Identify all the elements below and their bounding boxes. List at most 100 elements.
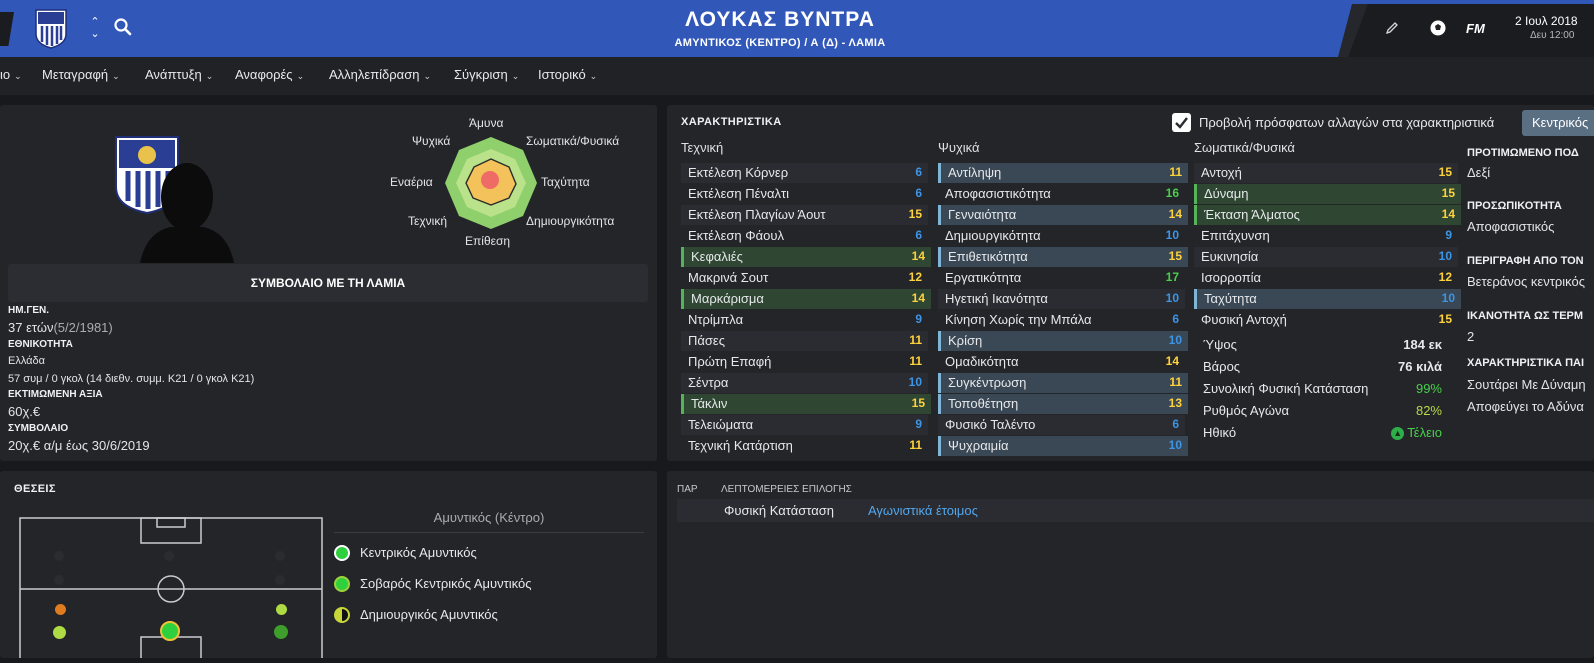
- attribute-name: Ψυχραιμία: [948, 438, 1009, 453]
- pitch-dot-awkward: [55, 604, 66, 615]
- attribute-value: 14: [911, 291, 925, 305]
- menu-item-comparison[interactable]: Σύγκριση ⌄: [454, 67, 519, 82]
- menu-item-development[interactable]: Ανάπτυξη ⌄: [145, 67, 213, 82]
- attribute-value: 11: [909, 438, 922, 452]
- selection-condition-label: Φυσική Κατάσταση: [724, 503, 834, 518]
- attribute-row[interactable]: Τελειώματα 9: [681, 415, 928, 435]
- menu-item-overview[interactable]: ιο ⌄: [0, 67, 22, 82]
- attribute-row[interactable]: Αποφασιστικότητα 16: [938, 184, 1185, 204]
- attribute-row[interactable]: Δημιουργικότητα 10: [938, 226, 1185, 246]
- attribute-name: Κίνηση Χωρίς την Μπάλα: [945, 312, 1092, 327]
- attribute-value: 15: [1438, 312, 1452, 326]
- nationality-value[interactable]: Ελλάδα: [8, 355, 45, 367]
- attribute-name: Ισορροπία: [1201, 270, 1262, 285]
- attribute-row[interactable]: Ηγετική Ικανότητα 10: [938, 289, 1185, 309]
- attribute-row[interactable]: Κρίση 10: [938, 331, 1188, 351]
- attribute-row[interactable]: Πρώτη Επαφή 11: [681, 352, 928, 372]
- menu-item-transfer[interactable]: Μεταγραφή ⌄: [42, 67, 120, 82]
- game-time: Δευ 12:00: [1530, 30, 1575, 41]
- attribute-row[interactable]: Εκτέλεση Πλαγίων Άουτ 15: [681, 205, 928, 225]
- attribute-name: Δημιουργικότητα: [945, 228, 1041, 243]
- attribute-value: 10: [1165, 291, 1179, 305]
- menu-item-reports[interactable]: Αναφορές ⌄: [235, 67, 304, 82]
- attribute-name: Δύναμη: [1204, 186, 1249, 201]
- attribute-row[interactable]: Εργατικότητα 17: [938, 268, 1185, 288]
- attribute-row[interactable]: Ομαδικότητα 14: [938, 352, 1185, 372]
- role-item[interactable]: Κεντρικός Αμυντικός: [360, 545, 477, 560]
- attribute-row[interactable]: Ισορροπία 12: [1194, 268, 1458, 288]
- attribute-row[interactable]: Συγκέντρωση 11: [938, 373, 1188, 393]
- height-value: 184 εκ: [1403, 337, 1442, 352]
- attribute-row[interactable]: Σέντρα 10: [681, 373, 928, 393]
- trait-item: Σουτάρει Με Δύναμη: [1467, 377, 1586, 392]
- attribute-row[interactable]: Φυσικό Ταλέντο 6: [938, 415, 1185, 435]
- attribute-name: Ντρίμπλα: [688, 312, 744, 327]
- attribute-row[interactable]: Αντοχή 15: [1194, 163, 1458, 183]
- attribute-value: 16: [1165, 186, 1179, 200]
- attribute-row[interactable]: Εκτέλεση Κόρνερ 6: [681, 163, 928, 183]
- attribute-row[interactable]: Τοποθέτηση 13: [938, 394, 1188, 414]
- radar-label-creativity: Δημιουργικότητα: [526, 214, 615, 228]
- attribute-row[interactable]: Γενναιότητα 14: [938, 205, 1188, 225]
- pitch-dot: [164, 551, 174, 561]
- attribute-row[interactable]: Επιτάχυνση 9: [1194, 226, 1458, 246]
- attribute-name: Πάσες: [688, 333, 725, 348]
- attribute-row[interactable]: Επιθετικότητα 15: [938, 247, 1188, 267]
- attribute-value: 9: [1445, 228, 1452, 242]
- recent-changes-checkbox[interactable]: [1172, 113, 1191, 132]
- attribute-row[interactable]: Κίνηση Χωρίς την Μπάλα 6: [938, 310, 1185, 330]
- attribute-row[interactable]: Ντρίμπλα 9: [681, 310, 928, 330]
- role-item[interactable]: Σοβαρός Κεντρικός Αμυντικός: [360, 576, 532, 591]
- attribute-row[interactable]: Δύναμη 15: [1194, 184, 1461, 204]
- attribute-value: 11: [1169, 165, 1182, 179]
- attribute-row[interactable]: Αντίληψη 11: [938, 163, 1188, 183]
- pencil-icon[interactable]: [1384, 20, 1400, 36]
- condition-label: Συνολική Φυσική Κατάσταση: [1203, 381, 1369, 396]
- attribute-value: 13: [1168, 396, 1182, 410]
- dob-label: ΗΜ.ΓΕΝ.: [8, 305, 50, 316]
- attribute-row[interactable]: Ευκινησία 10: [1194, 247, 1458, 267]
- attribute-name: Αντίληψη: [948, 165, 1002, 180]
- role-select-button[interactable]: Κεντρικός: [1522, 110, 1594, 136]
- morale-value[interactable]: ▲ Τέλειο: [1348, 425, 1442, 440]
- attribute-value: 12: [1438, 270, 1452, 284]
- attribute-name: Ηγετική Ικανότητα: [945, 291, 1048, 306]
- football-icon[interactable]: [1428, 18, 1448, 38]
- attribute-value: 14: [1168, 207, 1182, 221]
- club-badge-icon[interactable]: [34, 8, 68, 49]
- attribute-name: Αντοχή: [1201, 165, 1242, 180]
- attribute-value: 6: [915, 165, 922, 179]
- selection-condition-value[interactable]: Αγωνιστικά έτοιμος: [868, 503, 978, 518]
- attribute-row[interactable]: Τάκλιν 15: [681, 394, 931, 414]
- attribute-row[interactable]: Εκτέλεση Πέναλτι 6: [681, 184, 928, 204]
- nav-up-down-icon[interactable]: ⌃ ⌄: [88, 16, 102, 40]
- attribute-value: 10: [908, 375, 922, 389]
- morale-icon: ▲: [1391, 427, 1405, 440]
- role-item[interactable]: Δημιουργικός Αμυντικός: [360, 607, 498, 622]
- attribute-row[interactable]: Μαρκάρισμα 14: [681, 289, 931, 309]
- match-sharpness-label: Ρυθμός Αγώνα: [1203, 403, 1289, 418]
- attribute-name: Ταχύτητα: [1204, 291, 1257, 306]
- recent-changes-label[interactable]: Προβολή πρόσφατων αλλαγών στα χαρακτηρισ…: [1199, 115, 1494, 130]
- attribute-value: 10: [1441, 291, 1455, 305]
- attribute-row[interactable]: Ταχύτητα 10: [1194, 289, 1461, 309]
- search-icon[interactable]: [112, 16, 134, 38]
- attribute-value: 9: [915, 417, 922, 431]
- attribute-name: Εκτέλεση Πέναλτι: [688, 186, 789, 201]
- menu-item-interaction[interactable]: Αλληλεπίδραση ⌄: [329, 67, 431, 82]
- fm-logo[interactable]: FM: [1466, 21, 1485, 36]
- attribute-row[interactable]: Έκταση Άλματος 14: [1194, 205, 1461, 225]
- menu-item-history[interactable]: Ιστορικό ⌄: [538, 67, 597, 82]
- attribute-row[interactable]: Πάσες 11: [681, 331, 928, 351]
- attribute-row[interactable]: Κεφαλιές 14: [681, 247, 931, 267]
- attribute-row[interactable]: Ψυχραιμία 10: [938, 436, 1188, 456]
- preferred-foot-label: ΠΡΟΤΙΜΩΜΕΝΟ ΠΟΔ: [1467, 147, 1579, 159]
- morale-label: Ηθικό: [1203, 425, 1237, 440]
- attribute-row[interactable]: Φυσική Αντοχή 15: [1194, 310, 1458, 330]
- player-subtitle[interactable]: ΑΜΥΝΤΙΚΟΣ (ΚΕΝΤΡΟ) / Α (Δ) - ΛΑΜΙΑ: [460, 37, 1100, 49]
- attribute-row[interactable]: Τεχνική Κατάρτιση 11: [681, 436, 928, 456]
- attribute-row[interactable]: Μακρινά Σουτ 12: [681, 268, 928, 288]
- attribute-name: Συγκέντρωση: [948, 375, 1027, 390]
- attribute-row[interactable]: Εκτέλεση Φάουλ 6: [681, 226, 928, 246]
- attribute-name: Τελειώματα: [688, 417, 754, 432]
